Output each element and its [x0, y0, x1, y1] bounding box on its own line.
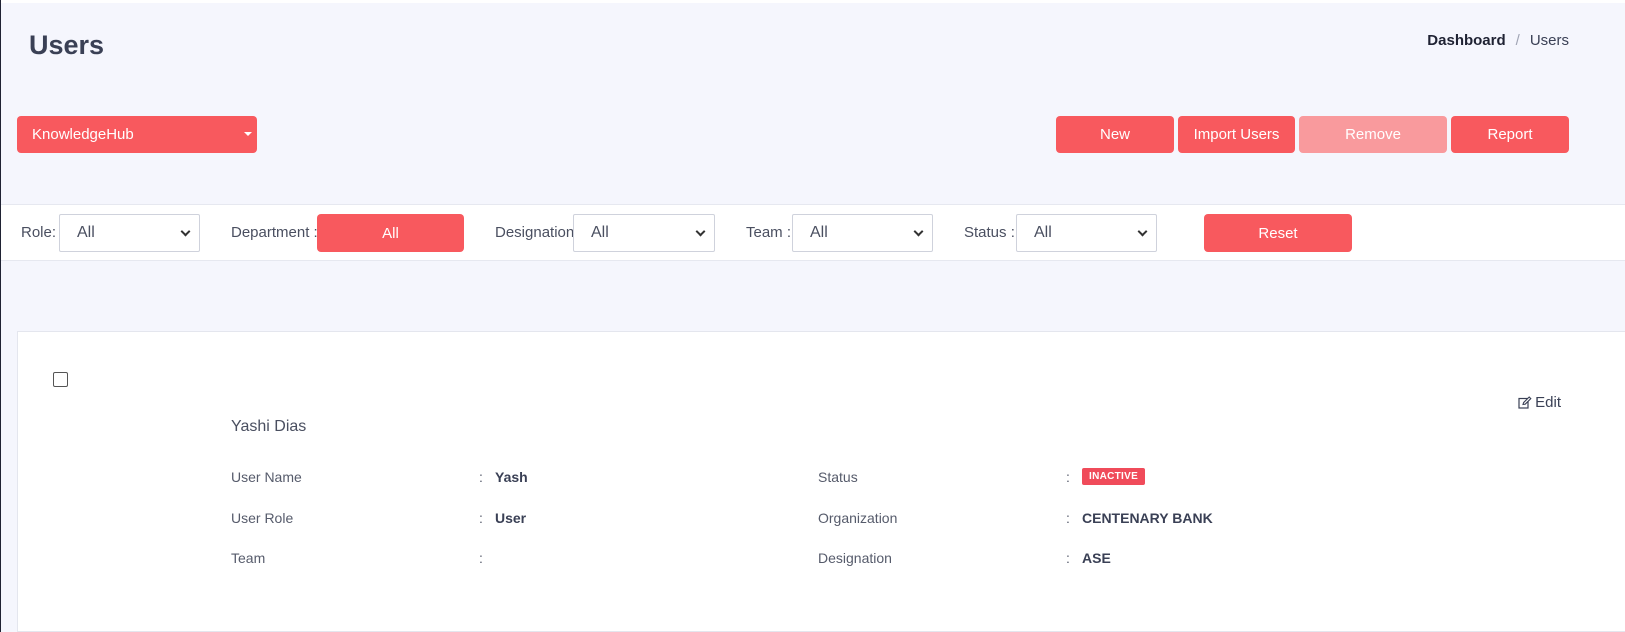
- chevron-down-icon: [180, 226, 191, 237]
- organization-label: Organization: [818, 510, 898, 526]
- team-filter-select[interactable]: All: [792, 214, 933, 252]
- role-filter-value: All: [77, 224, 95, 241]
- remove-button[interactable]: Remove: [1299, 116, 1447, 153]
- new-user-button[interactable]: New: [1056, 116, 1174, 153]
- reset-filters-button[interactable]: Reset: [1204, 214, 1352, 252]
- department-filter-label: Department :: [231, 224, 318, 241]
- user-role-label: User Role: [231, 510, 294, 526]
- organization-select[interactable]: KnowledgeHub: [17, 116, 257, 153]
- breadcrumb-current: Users: [1529, 32, 1569, 49]
- status-badge: INACTIVE: [1082, 468, 1146, 485]
- caret-down-icon: [244, 132, 252, 136]
- field-separator: :: [479, 469, 483, 485]
- status-filter-value: All: [1034, 224, 1052, 241]
- chevron-down-icon: [695, 226, 706, 237]
- designation-value: ASE: [1082, 550, 1111, 566]
- organization-select-value: KnowledgeHub: [32, 126, 134, 143]
- designation-filter-value: All: [591, 224, 609, 241]
- breadcrumb-separator: /: [1515, 32, 1520, 49]
- breadcrumb-dashboard-link[interactable]: Dashboard: [1427, 32, 1505, 49]
- chevron-down-icon: [913, 226, 924, 237]
- page-title: Users: [29, 30, 105, 60]
- report-button[interactable]: Report: [1451, 116, 1569, 153]
- field-separator: :: [1066, 550, 1070, 566]
- status-filter-label: Status :: [964, 224, 1015, 241]
- user-card: Edit Yashi Dias User Name : Yash User Ro…: [17, 331, 1625, 632]
- status-filter-select[interactable]: All: [1016, 214, 1157, 252]
- edit-label: Edit: [1535, 394, 1561, 411]
- filter-bar: Role: All Department : All Designation A…: [1, 204, 1625, 261]
- edit-user-link[interactable]: Edit: [1518, 394, 1561, 411]
- top-strip: [1, 0, 1625, 3]
- field-separator: :: [479, 550, 483, 566]
- user-full-name: Yashi Dias: [231, 418, 307, 435]
- field-separator: :: [479, 510, 483, 526]
- user-role-value: User: [495, 510, 527, 526]
- role-filter-select[interactable]: All: [59, 214, 200, 252]
- designation-filter-select[interactable]: All: [573, 214, 715, 252]
- field-separator: :: [1066, 469, 1070, 485]
- username-value: Yash: [495, 469, 528, 485]
- status-label: Status: [818, 469, 858, 485]
- designation-label: Designation: [818, 550, 892, 566]
- designation-filter-label: Designation: [495, 224, 575, 241]
- edit-icon: [1518, 396, 1532, 409]
- organization-value: CENTENARY BANK: [1082, 510, 1213, 526]
- chevron-down-icon: [1137, 226, 1148, 237]
- breadcrumb: Dashboard / Users: [1427, 32, 1569, 49]
- department-filter-select[interactable]: All: [317, 214, 464, 252]
- action-toolbar: New Import Users Remove Report: [1056, 116, 1569, 153]
- username-label: User Name: [231, 469, 302, 485]
- role-filter-label: Role:: [21, 224, 57, 241]
- user-select-checkbox[interactable]: [53, 372, 68, 387]
- team-filter-value: All: [810, 224, 828, 241]
- import-users-button[interactable]: Import Users: [1178, 116, 1295, 153]
- field-separator: :: [1066, 510, 1070, 526]
- team-filter-label: Team :: [746, 224, 792, 241]
- team-label: Team: [231, 550, 266, 566]
